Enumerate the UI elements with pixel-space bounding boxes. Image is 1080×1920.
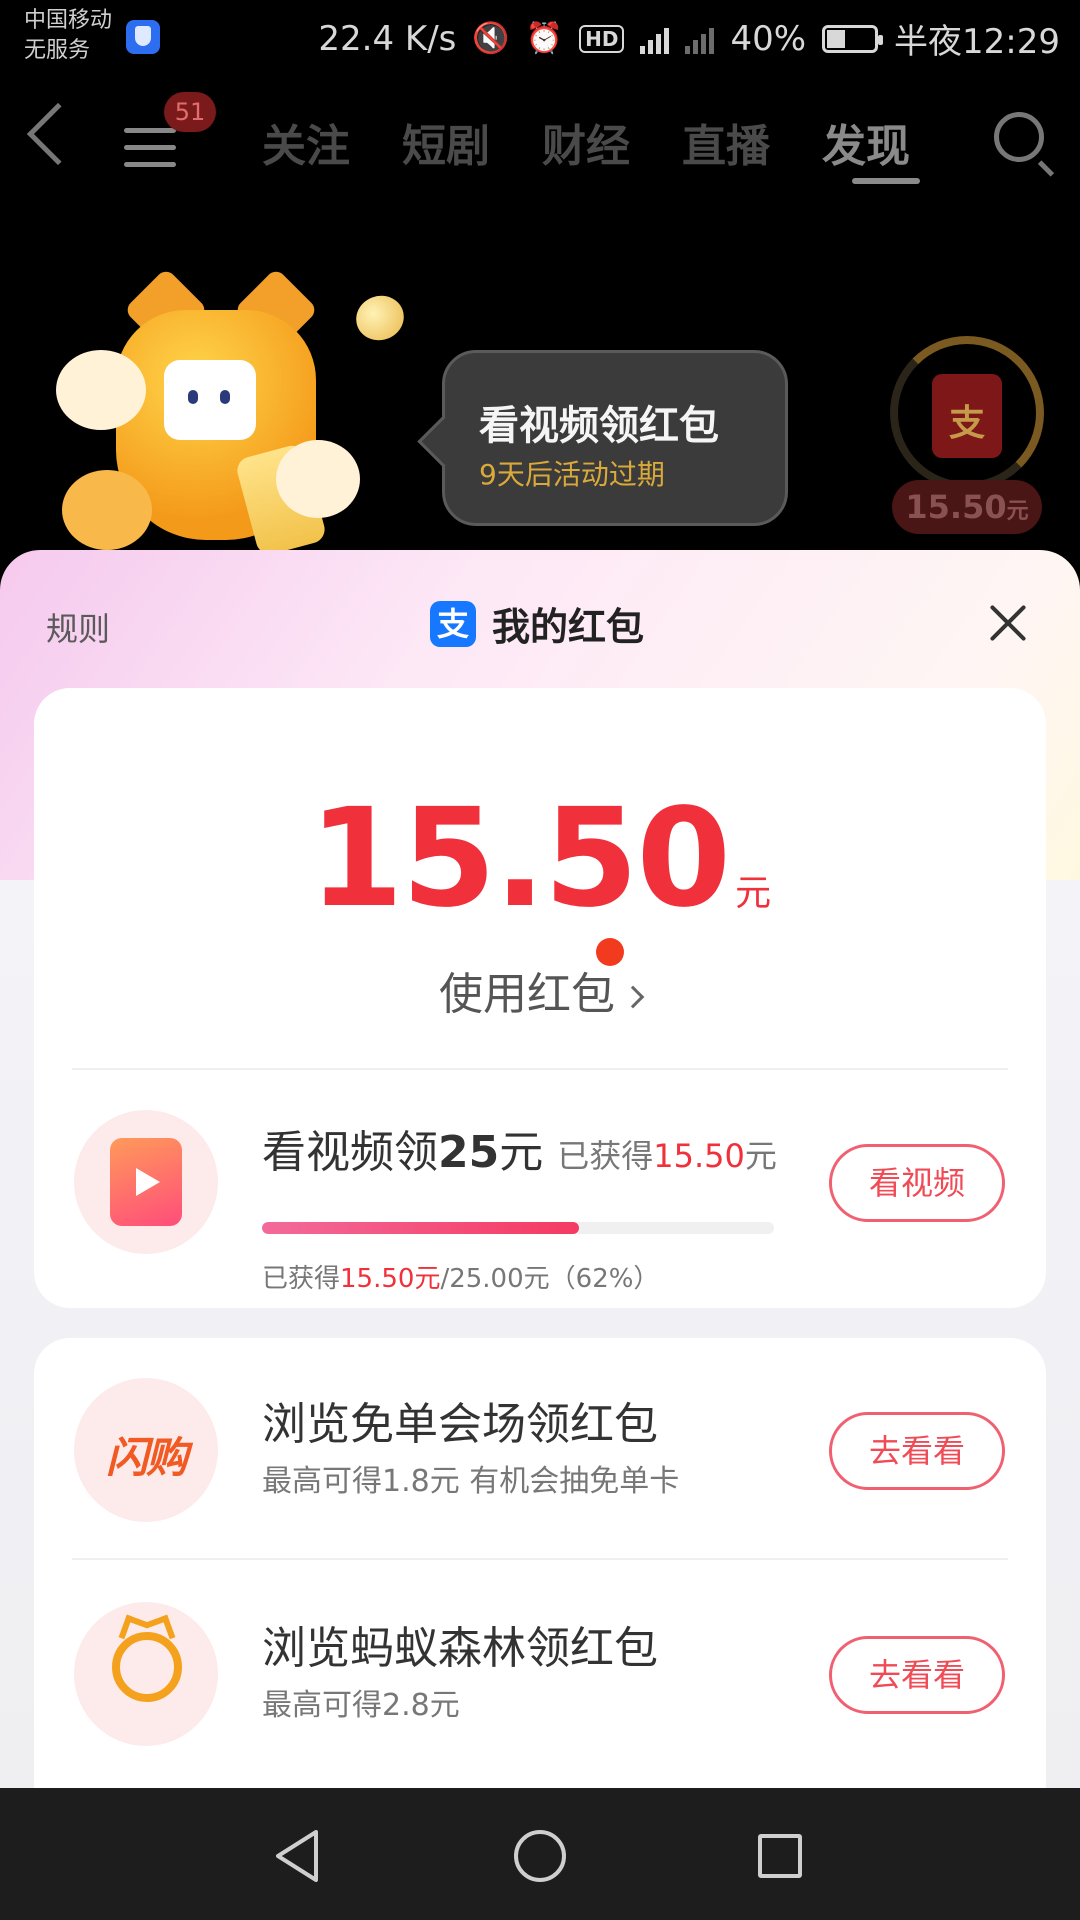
balance-card: 15.50 元 使用红包 看视频领25元 已获得15.50元 已获得15.50元/2… bbox=[34, 688, 1046, 1308]
notification-badge: 51 bbox=[164, 92, 216, 132]
red-envelope-icon[interactable]: 支 bbox=[932, 374, 1002, 458]
system-nav-bar bbox=[0, 1788, 1080, 1920]
balance-unit: 元 bbox=[735, 873, 772, 914]
tab-bar: 关注 短剧 财经 直播 发现 bbox=[262, 110, 910, 174]
task-title: 浏览免单会场领红包 bbox=[262, 1399, 658, 1450]
progress-fill bbox=[262, 1222, 580, 1234]
nav-back-icon[interactable] bbox=[272, 1828, 322, 1884]
mascot-illustration bbox=[56, 267, 376, 558]
clock: 半夜12:29 bbox=[894, 22, 1060, 62]
mute-icon: 🔇 bbox=[472, 21, 510, 56]
balance-amount: 15.50 元 bbox=[34, 780, 1046, 938]
watch-video-button[interactable]: 看视频 bbox=[829, 1144, 1005, 1222]
divider bbox=[72, 1558, 1008, 1560]
status-bar: 中国移动 无服务 22.4 K/s 🔇 ⏰ HD 40% 半夜12:29 bbox=[0, 0, 1080, 80]
balance-value: 15.50 bbox=[308, 780, 731, 938]
battery-icon bbox=[822, 24, 884, 53]
signal-4g-icon bbox=[640, 24, 670, 54]
video-task-icon bbox=[74, 1110, 218, 1254]
alarm-icon: ⏰ bbox=[525, 21, 564, 56]
promo-title: 看视频领红包 bbox=[479, 403, 719, 449]
video-task-title: 看视频领25元 已获得15.50元 bbox=[262, 1127, 777, 1178]
red-packet-sheet: 规则 支 我的红包 15.50元 使用红包 看视频领25元已获得15.50元 bbox=[0, 550, 1080, 1790]
divider bbox=[72, 1068, 1008, 1070]
tab-discover[interactable]: 发现 bbox=[822, 110, 910, 174]
close-icon[interactable] bbox=[986, 602, 1030, 646]
nav-home-icon[interactable] bbox=[514, 1830, 566, 1882]
tab-follow[interactable]: 关注 bbox=[262, 110, 350, 174]
task-subtitle: 最高可得1.8元 有机会抽免单卡 bbox=[262, 1464, 680, 1499]
use-red-packet-label: 使用红包 bbox=[439, 969, 615, 1020]
signal-no-service-icon bbox=[685, 24, 715, 54]
play-icon bbox=[110, 1138, 182, 1226]
shangou-logo-icon: 闪购 bbox=[74, 1378, 218, 1522]
video-task-progress-text: 已获得15.50元/25.00元（62%） bbox=[262, 1264, 660, 1294]
go-look-button[interactable]: 去看看 bbox=[829, 1412, 1005, 1490]
back-arrow-icon[interactable] bbox=[26, 102, 90, 166]
sheet-title-text: 我的红包 bbox=[492, 605, 645, 649]
menu-icon[interactable] bbox=[124, 128, 176, 168]
nav-recents-icon[interactable] bbox=[758, 1834, 802, 1878]
video-task-progress-bar bbox=[262, 1222, 774, 1234]
chevron-right-icon bbox=[621, 985, 645, 1009]
ant-forest-icon bbox=[74, 1602, 218, 1746]
alipay-icon: 支 bbox=[430, 600, 476, 647]
promo-expiry: 9天后活动过期 bbox=[479, 458, 665, 491]
sheet-title: 支 我的红包 bbox=[430, 596, 644, 651]
tab-finance[interactable]: 财经 bbox=[542, 110, 630, 174]
promo-bubble[interactable]: 看视频领红包 9天后活动过期 bbox=[442, 350, 788, 526]
use-red-packet-link[interactable]: 使用红包 bbox=[34, 958, 1046, 1022]
status-icons: 22.4 K/s 🔇 ⏰ HD 40% 半夜12:29 bbox=[318, 14, 1060, 63]
security-shield-icon bbox=[126, 20, 160, 54]
active-tab-indicator bbox=[852, 178, 920, 184]
tab-live[interactable]: 直播 bbox=[682, 110, 770, 174]
app-screen: 中国移动 无服务 22.4 K/s 🔇 ⏰ HD 40% 半夜12:29 51 … bbox=[0, 0, 1080, 1920]
task-subtitle: 最高可得2.8元 bbox=[262, 1688, 460, 1723]
rules-link[interactable]: 规则 bbox=[46, 604, 110, 650]
envelope-amount-pill: 15.50元 bbox=[892, 480, 1042, 534]
notification-dot bbox=[596, 938, 624, 966]
top-nav: 51 关注 短剧 财经 直播 发现 bbox=[0, 90, 1080, 200]
battery-percent: 40% bbox=[730, 18, 807, 59]
task-title: 浏览蚂蚁森林领红包 bbox=[262, 1623, 658, 1674]
carrier-name: 中国移动 bbox=[24, 8, 113, 33]
tab-short-drama[interactable]: 短剧 bbox=[402, 110, 490, 174]
net-speed: 22.4 K/s bbox=[318, 18, 457, 59]
search-icon[interactable] bbox=[994, 112, 1044, 162]
go-look-button[interactable]: 去看看 bbox=[829, 1636, 1005, 1714]
task-list-card: 闪购 浏览免单会场领红包 最高可得1.8元 有机会抽免单卡 去看看 浏览蚂蚁森林… bbox=[34, 1338, 1046, 1790]
carrier-info: 中国移动 无服务 bbox=[24, 6, 112, 66]
hd-icon: HD bbox=[579, 24, 625, 53]
service-status: 无服务 bbox=[24, 38, 91, 63]
